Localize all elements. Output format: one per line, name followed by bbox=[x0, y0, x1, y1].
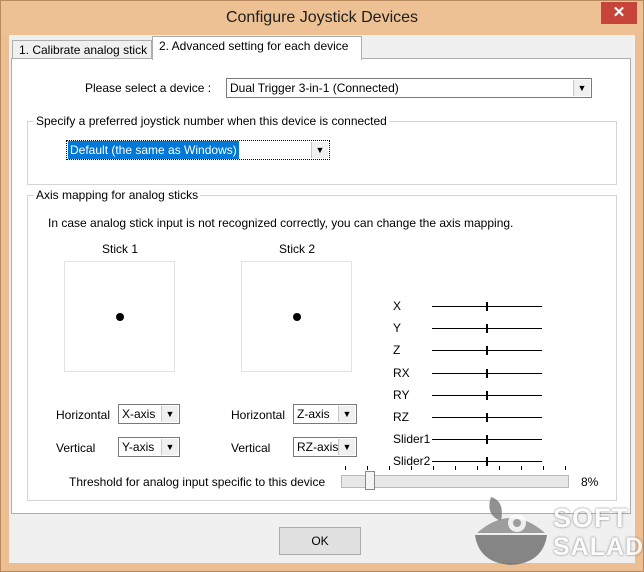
stick2-horizontal-value: Z-axis bbox=[297, 407, 330, 421]
stick2-title: Stick 2 bbox=[279, 242, 316, 256]
slider-tick bbox=[521, 466, 522, 470]
stick2-horizontal-label: Horizontal bbox=[231, 408, 286, 422]
axis-level-marker bbox=[486, 413, 488, 422]
slider-tick bbox=[565, 466, 566, 470]
axis-level-marker bbox=[486, 346, 488, 356]
stick1-position-dot bbox=[116, 313, 124, 321]
salad-bowl-icon bbox=[475, 497, 547, 565]
chevron-down-icon[interactable]: ▼ bbox=[311, 142, 328, 158]
stick1-horizontal-label: Horizontal bbox=[56, 408, 111, 422]
axis-row: RZ bbox=[393, 410, 553, 424]
axis-label: RZ bbox=[393, 410, 409, 424]
slider-tick bbox=[345, 466, 346, 470]
tab-advanced[interactable]: 2. Advanced setting for each device bbox=[152, 36, 362, 60]
axis-row: Slider1 bbox=[393, 432, 553, 446]
axis-row: Slider2 bbox=[393, 454, 553, 468]
device-select-value: Dual Trigger 3-in-1 (Connected) bbox=[230, 81, 399, 95]
slider-tick bbox=[455, 466, 456, 470]
axis-row: Z bbox=[393, 343, 553, 357]
preferred-joystick-legend: Specify a preferred joystick number when… bbox=[34, 114, 389, 128]
dialog-window: Configure Joystick Devices ✕ 1. Calibrat… bbox=[0, 0, 644, 572]
stick1-preview bbox=[64, 261, 175, 372]
slider-tick bbox=[499, 466, 500, 470]
close-button[interactable]: ✕ bbox=[601, 2, 637, 24]
softsalad-watermark: SOFT SALAD bbox=[471, 493, 644, 569]
window-title: Configure Joystick Devices bbox=[225, 9, 419, 26]
axis-mapping-legend: Axis mapping for analog sticks bbox=[34, 188, 201, 202]
chevron-down-icon[interactable]: ▼ bbox=[161, 406, 178, 422]
stick2-vertical-value: RZ-axis bbox=[297, 440, 339, 454]
preferred-joystick-group: Specify a preferred joystick number when… bbox=[27, 114, 617, 185]
axis-label: Z bbox=[393, 343, 401, 358]
stick1-title: Stick 1 bbox=[102, 242, 139, 256]
axis-label: RX bbox=[393, 365, 410, 380]
slider-tick bbox=[411, 466, 412, 470]
axis-label: X bbox=[393, 299, 402, 313]
axis-level-marker bbox=[486, 457, 488, 467]
stick2-vertical-label: Vertical bbox=[231, 441, 271, 455]
chevron-down-icon[interactable]: ▼ bbox=[161, 439, 178, 455]
stick1-horizontal-value: X-axis bbox=[122, 407, 156, 421]
threshold-label: Threshold for analog input specific to t… bbox=[69, 475, 326, 489]
stick1-vertical-value: Y-axis bbox=[122, 440, 155, 454]
ok-button[interactable]: OK bbox=[279, 527, 361, 555]
threshold-value: 8% bbox=[581, 475, 599, 489]
device-select[interactable]: Dual Trigger 3-in-1 (Connected) ▼ bbox=[226, 78, 592, 98]
axis-level-marker bbox=[486, 368, 488, 378]
axis-level-marker bbox=[486, 302, 488, 311]
stick2-vertical-select[interactable]: RZ-axis ▼ bbox=[293, 437, 357, 457]
slider-tick bbox=[367, 466, 368, 470]
stick2-position-dot bbox=[293, 313, 301, 321]
axis-row: RX bbox=[393, 366, 553, 380]
dialog-client: 1. Calibrate analog stick 2. Advanced se… bbox=[9, 35, 635, 563]
axis-level-marker bbox=[486, 324, 488, 334]
axis-label: Y bbox=[393, 321, 402, 336]
axis-level-marker bbox=[486, 390, 488, 400]
axis-label: Slider1 bbox=[393, 432, 431, 447]
device-label: Please select a device : bbox=[85, 81, 212, 95]
threshold-slider-track[interactable] bbox=[341, 475, 569, 488]
axis-row: RY bbox=[393, 388, 553, 402]
chevron-down-icon[interactable]: ▼ bbox=[338, 406, 355, 422]
axis-level-marker bbox=[486, 435, 488, 445]
slider-tick bbox=[543, 466, 544, 470]
slider-tick bbox=[389, 466, 390, 470]
stick1-vertical-select[interactable]: Y-axis ▼ bbox=[118, 437, 180, 457]
watermark-line1: SOFT bbox=[553, 503, 629, 533]
close-icon: ✕ bbox=[612, 4, 626, 21]
chevron-down-icon[interactable]: ▼ bbox=[573, 80, 590, 96]
watermark-line2: SALAD bbox=[553, 533, 644, 561]
axis-row: X bbox=[393, 299, 553, 313]
slider-tick bbox=[477, 466, 478, 470]
chevron-down-icon[interactable]: ▼ bbox=[338, 439, 355, 455]
stick2-horizontal-select[interactable]: Z-axis ▼ bbox=[293, 404, 357, 424]
tab-calibrate[interactable]: 1. Calibrate analog stick bbox=[12, 40, 152, 59]
stick1-vertical-label: Vertical bbox=[56, 441, 96, 455]
advanced-tab-panel: Please select a device : Dual Trigger 3-… bbox=[11, 58, 631, 514]
title-bar[interactable]: Configure Joystick Devices ✕ bbox=[1, 1, 643, 35]
stick2-preview bbox=[241, 261, 352, 372]
axis-mapping-description: In case analog stick input is not recogn… bbox=[48, 216, 514, 230]
preferred-joystick-value: Default (the same as Windows) bbox=[68, 141, 239, 159]
axis-label: RY bbox=[393, 387, 410, 402]
preferred-joystick-select[interactable]: Default (the same as Windows) ▼ bbox=[66, 140, 330, 160]
axis-row: Y bbox=[393, 321, 553, 335]
threshold-slider-thumb[interactable] bbox=[364, 471, 375, 490]
stick1-horizontal-select[interactable]: X-axis ▼ bbox=[118, 404, 180, 424]
slider-tick bbox=[433, 466, 434, 470]
